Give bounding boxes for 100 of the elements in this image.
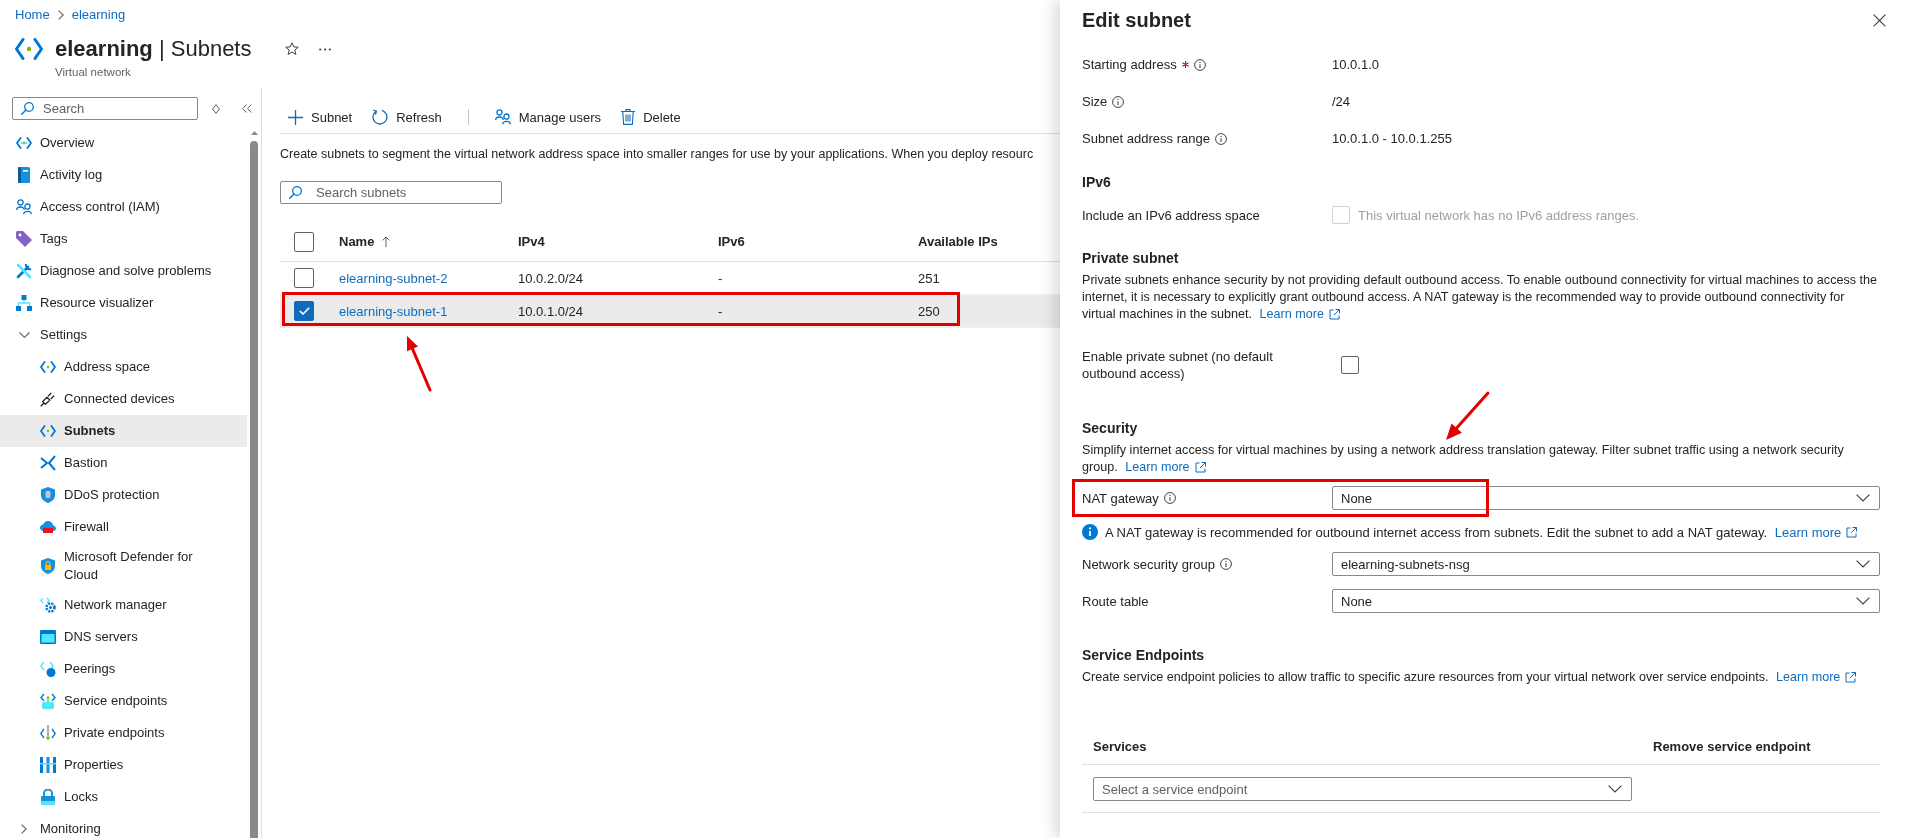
nav-item[interactable]: Connected devices: [0, 383, 247, 415]
nav-item[interactable]: Private endpoints: [0, 717, 247, 749]
learn-more-link[interactable]: Learn more: [1775, 669, 1857, 686]
nav-item[interactable]: Access control (IAM): [0, 191, 247, 223]
nav-item[interactable]: DNS servers: [0, 621, 247, 653]
dropdown[interactable]: None: [1332, 589, 1880, 613]
external-link-icon: [1846, 526, 1858, 538]
diamond-icon[interactable]: [212, 103, 220, 114]
shield-lock-icon: [41, 558, 55, 574]
toolbar-button[interactable]: Delete: [613, 101, 689, 133]
breadcrumb-link[interactable]: elearning: [71, 7, 126, 23]
breadcrumb-link[interactable]: Home: [15, 7, 50, 23]
description-text: Create subnets to segment the virtual network address space into smaller ranges for use by your applications. When you deploy resourc: [280, 146, 1034, 162]
more-icon[interactable]: [319, 47, 332, 51]
triangle-up-icon[interactable]: [250, 131, 258, 135]
nav-item[interactable]: Activity log: [0, 159, 247, 191]
code-brackets-icon: [16, 137, 32, 149]
tag-icon: [16, 231, 32, 247]
learn-more-link[interactable]: Learn more: [1259, 306, 1340, 323]
field-value: /24: [1332, 94, 1351, 109]
checkbox[interactable]: [1341, 356, 1359, 374]
notice-text: A NAT gateway is recommended for outbound internet access from subnets. Edit the subnet to add a NAT gateway. Learn more: [1105, 523, 1858, 541]
search-field[interactable]: Search: [12, 97, 198, 120]
double-chevron-left-icon[interactable]: [242, 104, 252, 113]
chevron-down-icon: [1608, 785, 1622, 793]
nav-item[interactable]: Diagnose and solve problems: [0, 255, 247, 287]
network-gear-icon: [40, 597, 56, 613]
window-icon: [40, 630, 56, 644]
people-icon: [494, 109, 511, 125]
column-header[interactable]: IPv4: [518, 234, 545, 249]
chevron-down-icon: [1856, 597, 1870, 605]
hierarchy-icon: [16, 295, 32, 311]
subnet-link[interactable]: elearning-subnet-1: [339, 303, 448, 319]
nav-group[interactable]: Monitoring: [0, 813, 247, 838]
checkbox[interactable]: [294, 231, 314, 252]
nav-item[interactable]: Resource visualizer: [0, 287, 247, 319]
search-field[interactable]: Search subnets: [280, 181, 502, 204]
column-header[interactable]: IPv6: [718, 234, 745, 249]
checkbox-note: This virtual network has no IPv6 address ranges.: [1358, 207, 1640, 223]
nav-item[interactable]: Subnets: [0, 415, 247, 447]
dropdown[interactable]: elearning-subnets-nsg: [1332, 552, 1880, 576]
field-label: Route table: [1082, 592, 1149, 610]
nav-item[interactable]: Locks: [0, 781, 247, 813]
field-value: 10.0.1.0: [1332, 57, 1379, 72]
plus-icon: [288, 109, 303, 125]
nav-item[interactable]: Properties: [0, 749, 247, 781]
star-icon[interactable]: [285, 42, 300, 56]
nav-item[interactable]: Firewall: [0, 511, 247, 543]
table-cell: -: [718, 303, 723, 319]
nav-item[interactable]: Overview: [0, 127, 247, 159]
nav-item[interactable]: Network manager: [0, 589, 247, 621]
tools-icon: [16, 263, 32, 279]
description-text: Create service endpoint policies to allow traffic to specific azure resources from your virtual network over service endpoints. Learn more: [1082, 669, 1880, 686]
chevron-down-icon: [1856, 560, 1870, 568]
field-label: Subnet address range: [1082, 130, 1210, 147]
nav-item[interactable]: Service endpoints: [0, 685, 247, 717]
column-header[interactable]: Name: [339, 234, 391, 249]
scrollbar-thumb[interactable]: [250, 141, 258, 838]
checkbox[interactable]: [294, 301, 314, 321]
learn-more-link[interactable]: Learn more: [1774, 523, 1858, 541]
page-subtitle: Virtual network: [55, 65, 131, 79]
nav-item[interactable]: Microsoft Defender for Cloud: [0, 543, 247, 589]
shield-icon: [41, 487, 55, 503]
external-link-icon: [1845, 672, 1857, 683]
field-label: Starting address: [1082, 56, 1177, 73]
checkbox[interactable]: [294, 268, 314, 288]
chevron-right-icon: [57, 10, 64, 20]
dropdown[interactable]: Select a service endpoint: [1093, 777, 1632, 801]
toolbar-button[interactable]: Manage users: [486, 101, 610, 133]
subnet-link[interactable]: elearning-subnet-2: [339, 270, 448, 286]
nav-item[interactable]: Address space: [0, 351, 247, 383]
nav-item[interactable]: Tags: [0, 223, 247, 255]
nav-item[interactable]: Peerings: [0, 653, 247, 685]
table-cell: 10.0.1.0/24: [518, 303, 584, 319]
section-heading: Service Endpoints: [1082, 646, 1205, 665]
lock-icon: [41, 789, 55, 805]
code-brackets-icon: [40, 425, 56, 437]
nav-group[interactable]: Settings: [0, 319, 247, 351]
toolbar-button[interactable]: Refresh: [364, 101, 450, 133]
trash-icon: [621, 109, 636, 125]
nav-item[interactable]: Bastion: [0, 447, 247, 479]
column-header: Remove service endpoint: [1653, 739, 1811, 754]
section-heading: Private subnet: [1082, 249, 1179, 268]
learn-more-link[interactable]: Learn more: [1125, 459, 1206, 476]
column-header[interactable]: Available IPs: [918, 234, 998, 249]
bars-icon: [40, 757, 56, 773]
search-icon: [289, 186, 302, 199]
field-label: Enable private subnet (no default outbound access): [1082, 348, 1274, 382]
dropdown[interactable]: None: [1332, 486, 1880, 510]
toolbar-button[interactable]: Subnet: [280, 101, 361, 133]
table-cell: -: [718, 270, 723, 286]
plug-icon: [40, 391, 56, 407]
nav-item[interactable]: DDoS protection: [0, 479, 247, 511]
close-icon: [1873, 14, 1886, 27]
section-heading: Security: [1082, 419, 1138, 438]
field-value: 10.0.1.0 - 10.0.1.255: [1332, 131, 1452, 146]
close-button[interactable]: [1873, 14, 1886, 27]
section-heading: IPv6: [1082, 173, 1111, 192]
search-icon: [21, 102, 34, 115]
external-link-icon: [1194, 462, 1206, 473]
